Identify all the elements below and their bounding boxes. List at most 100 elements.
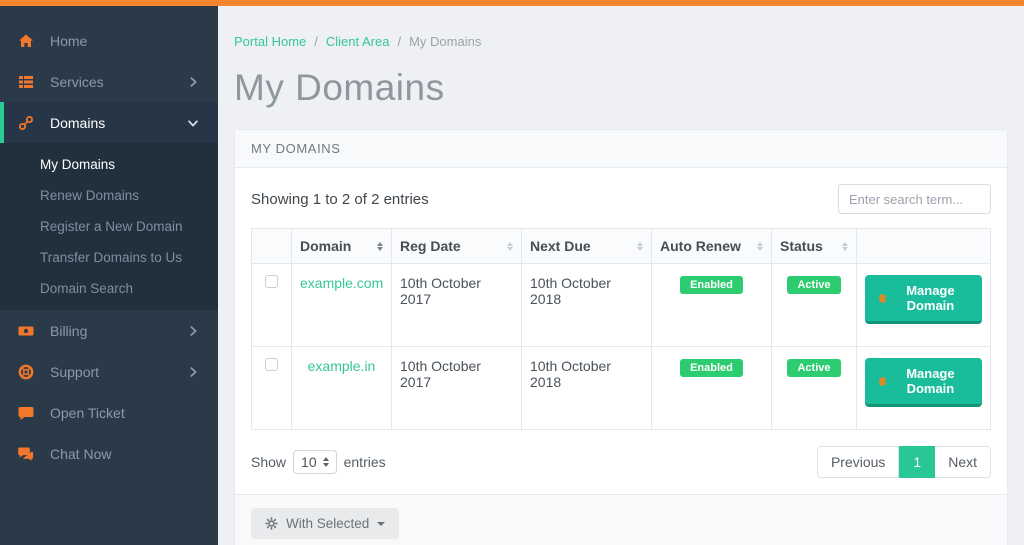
header-reg-date[interactable]: Reg Date <box>391 228 522 264</box>
breadcrumb-link-client-area[interactable]: Client Area <box>326 34 390 49</box>
show-label: Show <box>251 454 287 470</box>
next-page-button[interactable]: Next <box>935 446 991 478</box>
chevron-right-icon <box>186 75 200 89</box>
sidebar-item-label: Domains <box>50 114 106 131</box>
caret-down-icon <box>377 521 386 526</box>
main-content: Portal Home / Client Area / My Domains M… <box>218 6 1024 545</box>
with-selected-label: With Selected <box>286 516 370 531</box>
sidebar-item-label: Chat Now <box>50 445 112 462</box>
submenu-item-register-new-domain[interactable]: Register a New Domain <box>0 211 218 242</box>
services-icon <box>14 74 38 90</box>
table-toolbar: Showing 1 to 2 of 2 entries <box>251 184 991 214</box>
sidebar-item-open-ticket[interactable]: Open Ticket <box>0 392 218 433</box>
with-selected-button[interactable]: With Selected <box>251 508 400 539</box>
previous-page-button[interactable]: Previous <box>816 446 900 478</box>
header-label: Next Due <box>530 238 591 254</box>
manage-domain-label: Manage Domain <box>906 366 955 396</box>
manage-domain-label: Manage Domain <box>906 283 955 313</box>
billing-icon <box>14 323 38 339</box>
showing-entries-text: Showing 1 to 2 of 2 entries <box>251 190 429 208</box>
panel-footer: With Selected <box>235 494 1007 545</box>
breadcrumb-separator: / <box>314 34 318 49</box>
page-size-value: 10 <box>301 454 317 470</box>
sidebar-item-label: Home <box>50 32 88 49</box>
page-title: My Domains <box>234 67 445 108</box>
panel-body: Showing 1 to 2 of 2 entries Domain Re <box>235 168 1007 494</box>
support-lifering-icon <box>14 364 38 380</box>
header-status[interactable]: Status <box>771 228 857 264</box>
manage-domain-button[interactable]: Manage Domain <box>865 275 982 324</box>
chat-bubbles-icon <box>14 446 38 462</box>
submenu-item-renew-domains[interactable]: Renew Domains <box>0 180 218 211</box>
next-due-cell: 10th October 2018 <box>521 263 652 347</box>
breadcrumb-link-portal-home[interactable]: Portal Home <box>234 34 306 49</box>
domains-submenu: My Domains Renew Domains Register a New … <box>0 143 218 310</box>
sort-icon <box>637 241 643 251</box>
sidebar-item-domains[interactable]: Domains <box>0 102 218 143</box>
chevron-right-icon <box>186 324 200 338</box>
panel-header: MY DOMAINS <box>235 130 1007 168</box>
auto-renew-badge: Enabled <box>680 276 743 294</box>
auto-renew-badge: Enabled <box>680 359 743 377</box>
header-label: Domain <box>300 238 352 254</box>
status-badge: Active <box>787 359 841 377</box>
sidebar-item-billing[interactable]: Billing <box>0 310 218 351</box>
my-domains-panel: MY DOMAINS Showing 1 to 2 of 2 entries D… <box>234 129 1008 545</box>
submenu-item-domain-search[interactable]: Domain Search <box>0 273 218 304</box>
page-size-select[interactable]: 10 <box>293 450 337 474</box>
wrench-dot-icon <box>879 376 886 386</box>
stepper-arrows-icon <box>322 457 329 467</box>
chevron-down-icon <box>186 116 200 130</box>
domains-table: Domain Reg Date Next Due Auto Renew Stat… <box>251 228 991 430</box>
sort-icon <box>757 241 763 251</box>
gear-icon <box>265 517 278 530</box>
header-auto-renew[interactable]: Auto Renew <box>651 228 772 264</box>
header-label: Reg Date <box>400 238 461 254</box>
table-row: example.com 10th October 2017 10th Octob… <box>251 263 991 347</box>
sidebar-item-support[interactable]: Support <box>0 351 218 392</box>
sidebar: Home Services Domains My Domains Renew D… <box>0 6 218 545</box>
sidebar-item-label: Services <box>50 73 104 90</box>
breadcrumb-separator: / <box>397 34 402 49</box>
manage-domain-button[interactable]: Manage Domain <box>865 358 982 407</box>
home-icon <box>14 33 38 49</box>
submenu-item-label: My Domains <box>40 157 116 172</box>
table-footer-controls: Show 10 entries Previous 1 Next <box>251 446 991 478</box>
header-label: Status <box>780 238 823 254</box>
submenu-item-label: Domain Search <box>40 281 134 296</box>
table-row: example.in 10th October 2017 10th Octobe… <box>251 346 991 430</box>
sidebar-item-label: Open Ticket <box>50 404 125 421</box>
entries-label: entries <box>343 454 386 470</box>
header-select-all <box>251 228 292 264</box>
domain-link[interactable]: example.in <box>308 358 376 374</box>
submenu-item-transfer-domains[interactable]: Transfer Domains to Us <box>0 242 218 273</box>
header-domain[interactable]: Domain <box>291 228 392 264</box>
breadcrumb-current: My Domains <box>409 34 482 49</box>
sort-icon <box>842 241 848 251</box>
show-entries-control: Show 10 entries <box>251 450 386 474</box>
app-window: Home Services Domains My Domains Renew D… <box>0 6 1024 545</box>
row-checkbox[interactable] <box>265 275 278 288</box>
wrench-dot-icon <box>879 293 886 303</box>
sidebar-item-home[interactable]: Home <box>0 20 218 61</box>
header-actions <box>856 228 991 264</box>
chevron-right-icon <box>186 365 200 379</box>
status-badge: Active <box>787 276 841 294</box>
next-due-cell: 10th October 2018 <box>521 346 652 430</box>
submenu-item-label: Register a New Domain <box>40 219 183 234</box>
search-input[interactable] <box>838 184 991 214</box>
sidebar-item-label: Support <box>50 363 100 380</box>
row-checkbox[interactable] <box>265 358 278 371</box>
submenu-item-label: Transfer Domains to Us <box>40 250 183 265</box>
breadcrumb: Portal Home / Client Area / My Domains <box>234 34 1008 49</box>
pagination: Previous 1 Next <box>816 446 991 478</box>
submenu-item-my-domains[interactable]: My Domains <box>0 149 218 180</box>
reg-date-cell: 10th October 2017 <box>391 346 522 430</box>
header-label: Auto Renew <box>660 238 741 254</box>
sidebar-item-services[interactable]: Services <box>0 61 218 102</box>
table-header-row: Domain Reg Date Next Due Auto Renew Stat… <box>251 228 991 264</box>
domain-link[interactable]: example.com <box>300 275 383 291</box>
page-number-button[interactable]: 1 <box>899 446 936 478</box>
header-next-due[interactable]: Next Due <box>521 228 652 264</box>
sidebar-item-chat-now[interactable]: Chat Now <box>0 433 218 474</box>
